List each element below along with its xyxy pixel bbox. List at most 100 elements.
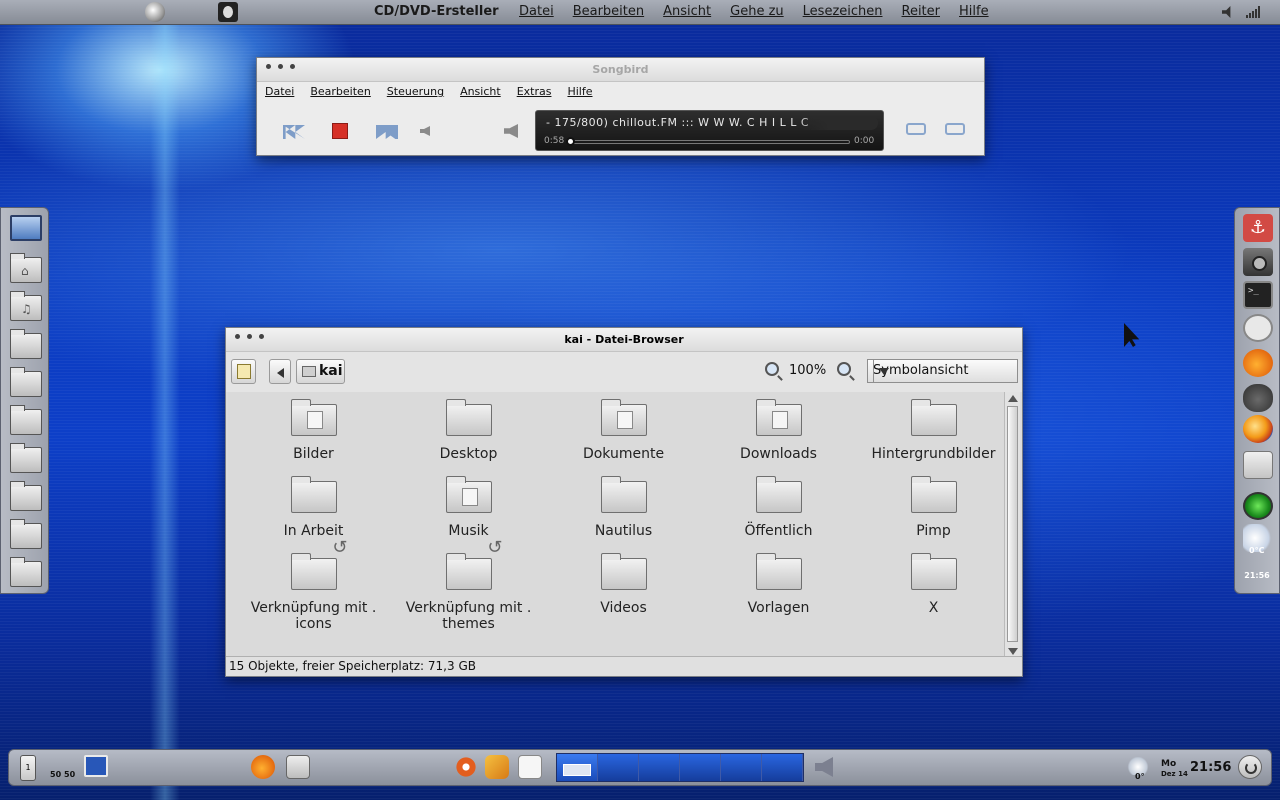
songbird-launcher-icon[interactable] bbox=[251, 755, 275, 779]
sb-menu-ansicht[interactable]: Ansicht bbox=[460, 85, 501, 98]
file-browser-titlebar[interactable]: kai - Datei-Browser bbox=[226, 328, 1022, 352]
file-cabinet-icon[interactable] bbox=[1243, 451, 1273, 479]
scroll-down-icon[interactable] bbox=[1008, 648, 1018, 655]
folder-item[interactable]: X bbox=[856, 553, 1011, 650]
folder-icon[interactable] bbox=[10, 557, 42, 587]
folder-item[interactable]: Dokumente bbox=[546, 399, 701, 479]
sb-menu-steuerung[interactable]: Steuerung bbox=[387, 85, 444, 98]
music-folder-icon[interactable]: ♫ bbox=[10, 291, 42, 321]
workspace-switcher-button[interactable]: 1 bbox=[20, 755, 36, 781]
edit-note-icon bbox=[237, 364, 251, 379]
previous-track-icon[interactable] bbox=[283, 125, 305, 139]
gnome-foot-icon[interactable] bbox=[145, 2, 165, 22]
seek-bar[interactable] bbox=[570, 140, 850, 144]
zoom-in-icon[interactable] bbox=[837, 362, 851, 376]
network-folder-icon[interactable] bbox=[10, 329, 42, 359]
edit-location-button[interactable] bbox=[231, 359, 256, 384]
folder-item[interactable]: Nautilus bbox=[546, 476, 701, 556]
volume-icon[interactable] bbox=[1222, 6, 1231, 18]
folder-item[interactable]: Pimp bbox=[856, 476, 1011, 556]
workspace-4[interactable] bbox=[680, 754, 721, 781]
folder-label: Verknüpfung mit . icons bbox=[250, 600, 377, 632]
folder-icon[interactable] bbox=[10, 367, 42, 397]
folder-icon bbox=[600, 399, 647, 436]
global-menu-hilfe[interactable]: Hilfe bbox=[959, 4, 989, 19]
next-track-icon[interactable] bbox=[376, 125, 398, 139]
volume-high-icon[interactable] bbox=[504, 124, 518, 138]
volume-low-icon[interactable] bbox=[420, 126, 430, 136]
repeat-icon[interactable] bbox=[945, 123, 965, 135]
global-menu-gehe-zu[interactable]: Gehe zu bbox=[730, 4, 784, 19]
global-menu-lesezeichen[interactable]: Lesezeichen bbox=[803, 4, 883, 19]
camera-icon[interactable] bbox=[1243, 248, 1273, 276]
global-menu-bearbeiten[interactable]: Bearbeiten bbox=[573, 4, 644, 19]
workspace-pager[interactable] bbox=[556, 753, 804, 782]
songbird-titlebar[interactable]: Songbird bbox=[257, 58, 984, 82]
folder-item[interactable]: Desktop bbox=[391, 399, 546, 479]
folder-label: Pimp bbox=[916, 523, 951, 539]
remaining-time: 0:00 bbox=[854, 136, 875, 146]
sb-menu-bearbeiten[interactable]: Bearbeiten bbox=[310, 85, 370, 98]
folder-item[interactable]: Öffentlich bbox=[701, 476, 856, 556]
terminal-icon[interactable] bbox=[1243, 281, 1273, 309]
global-menu-ansicht[interactable]: Ansicht bbox=[663, 4, 711, 19]
scrollbar-thumb[interactable] bbox=[1007, 406, 1018, 642]
view-mode-select[interactable]: Symbolansicht bbox=[867, 359, 1018, 383]
folder-item[interactable]: Musik bbox=[391, 476, 546, 556]
folder-item[interactable]: Verknüpfung mit . themes bbox=[391, 537, 546, 650]
global-menu-datei[interactable]: Datei bbox=[519, 4, 554, 19]
folder-label: Downloads bbox=[740, 446, 817, 462]
gnome-menu-icon[interactable] bbox=[218, 2, 238, 22]
document-glyph-icon bbox=[616, 411, 633, 429]
breadcrumb-home-button[interactable]: kai bbox=[296, 359, 345, 384]
folder-item[interactable]: In Arbeit bbox=[236, 476, 391, 556]
display-fade bbox=[798, 116, 878, 130]
download-folder-icon[interactable] bbox=[10, 405, 42, 435]
sb-menu-hilfe[interactable]: Hilfe bbox=[567, 85, 592, 98]
gimp-icon[interactable] bbox=[1243, 384, 1273, 412]
tools-launcher-icon[interactable] bbox=[485, 755, 509, 779]
workspace-1[interactable] bbox=[557, 754, 598, 781]
folder-icon[interactable] bbox=[10, 481, 42, 511]
status-globe-icon[interactable] bbox=[1243, 492, 1273, 520]
panel-date: Dez 14 bbox=[1161, 770, 1188, 778]
folder-item[interactable]: Videos bbox=[546, 553, 701, 650]
clock-icon[interactable] bbox=[1243, 314, 1273, 342]
network-monitor-icon[interactable] bbox=[84, 755, 108, 777]
document-launcher-icon[interactable] bbox=[518, 755, 542, 779]
workspace-6[interactable] bbox=[762, 754, 803, 781]
folder-item[interactable]: Vorlagen bbox=[701, 553, 856, 650]
sb-menu-datei[interactable]: Datei bbox=[265, 85, 294, 98]
home-folder-icon[interactable]: ⌂ bbox=[10, 253, 42, 283]
folder-icon[interactable] bbox=[10, 519, 42, 549]
scroll-up-icon[interactable] bbox=[1008, 395, 1018, 402]
firefox-icon[interactable] bbox=[1243, 415, 1273, 443]
file-cabinet-launcher-icon[interactable] bbox=[286, 755, 310, 779]
speaker-icon[interactable] bbox=[815, 757, 833, 777]
ubuntu-logo-icon[interactable] bbox=[454, 755, 478, 779]
folder-item[interactable]: Downloads bbox=[701, 399, 856, 479]
folder-item[interactable]: Bilder bbox=[236, 399, 391, 479]
songbird-icon[interactable] bbox=[1243, 349, 1273, 377]
shuffle-icon[interactable] bbox=[906, 123, 926, 135]
zoom-out-icon[interactable] bbox=[765, 362, 779, 376]
signal-strength-icon[interactable] bbox=[1246, 6, 1260, 18]
folder-item[interactable]: Verknüpfung mit . icons bbox=[236, 537, 391, 650]
chevron-down-icon[interactable] bbox=[873, 360, 894, 382]
path-back-button[interactable] bbox=[269, 359, 291, 384]
workspace-3[interactable] bbox=[639, 754, 680, 781]
stop-button[interactable] bbox=[332, 123, 348, 139]
folder-item[interactable]: Hintergrundbilder bbox=[856, 399, 1011, 479]
computer-icon[interactable] bbox=[10, 215, 42, 241]
workspace-5[interactable] bbox=[721, 754, 762, 781]
anchor-icon[interactable]: ⚓ bbox=[1243, 214, 1273, 242]
power-icon[interactable] bbox=[1238, 755, 1262, 779]
folder-link-icon bbox=[445, 537, 503, 590]
seek-handle[interactable] bbox=[566, 137, 575, 146]
workspace-2[interactable] bbox=[598, 754, 639, 781]
global-menu-reiter[interactable]: Reiter bbox=[902, 4, 941, 19]
panel-clock[interactable]: 21:56 bbox=[1190, 760, 1231, 775]
vertical-scrollbar[interactable] bbox=[1004, 392, 1020, 658]
documents-folder-icon[interactable] bbox=[10, 443, 42, 473]
sb-menu-extras[interactable]: Extras bbox=[517, 85, 552, 98]
